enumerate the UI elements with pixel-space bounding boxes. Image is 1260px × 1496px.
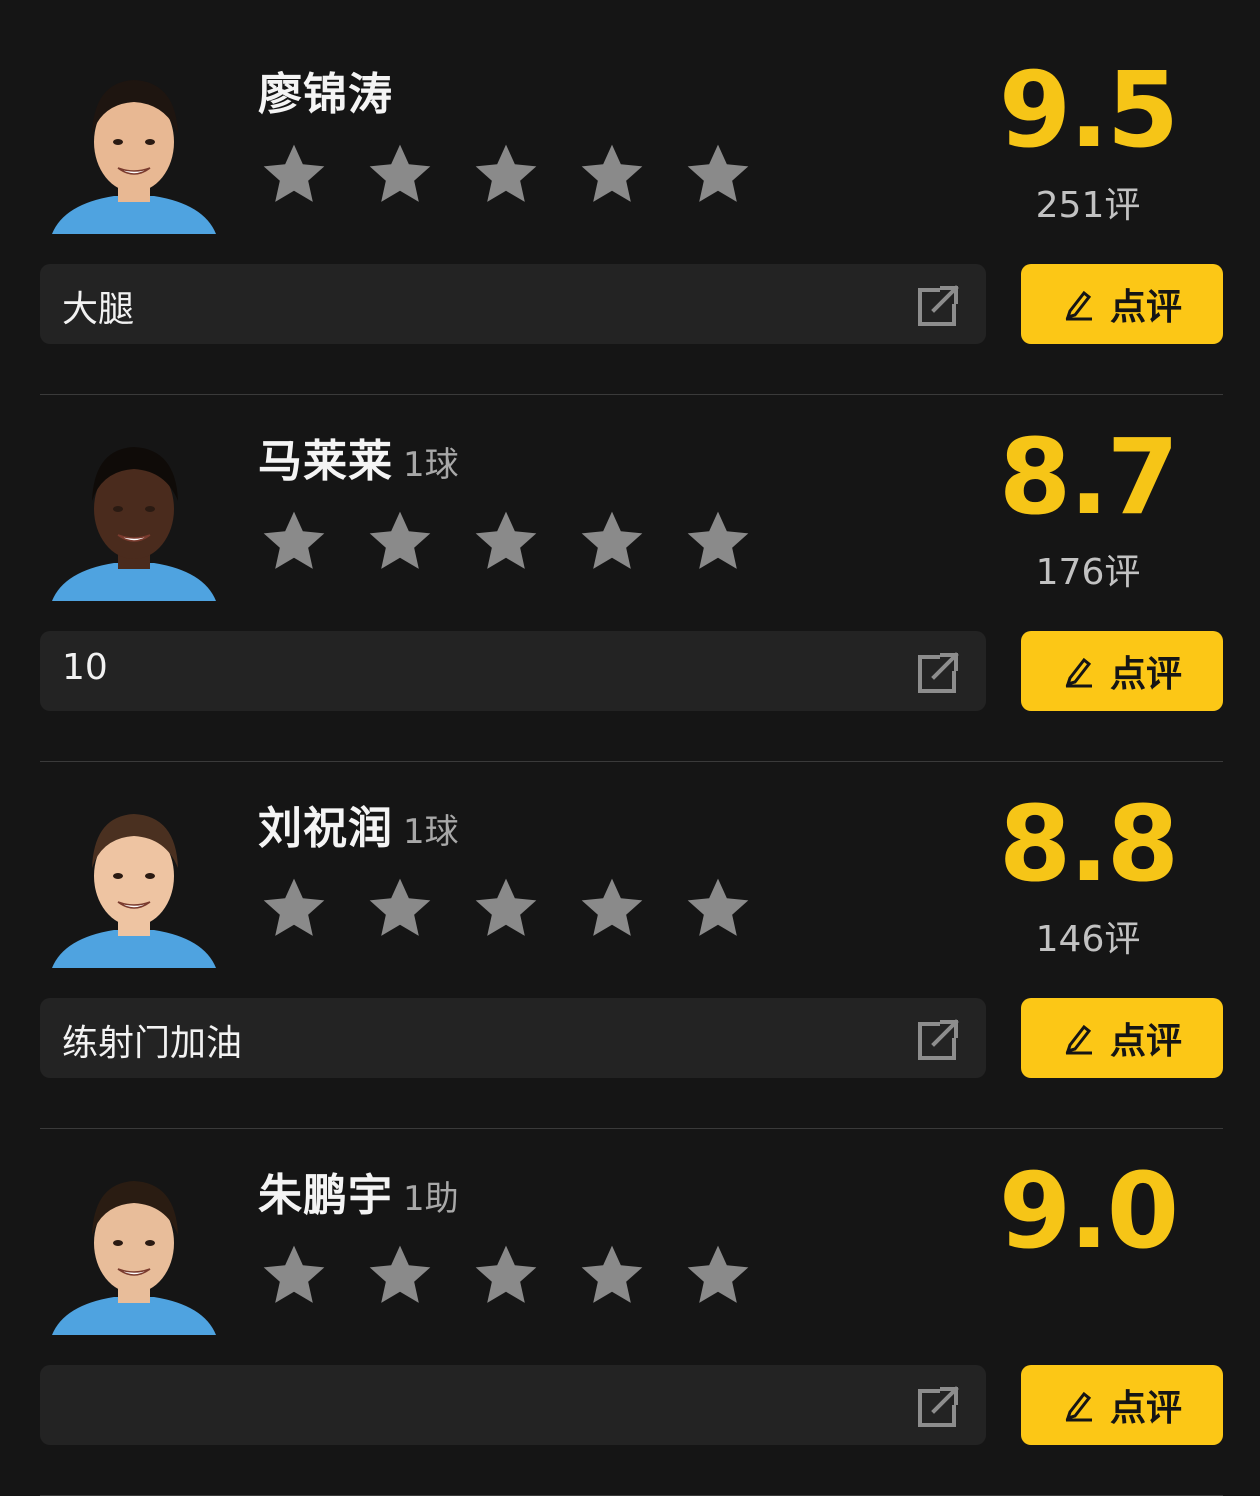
- rate-button-label: 点评: [1109, 654, 1182, 695]
- star-icon[interactable]: [258, 138, 330, 210]
- player-name[interactable]: 朱鹏宇: [258, 1159, 393, 1223]
- vote-count: 176评: [1035, 552, 1141, 593]
- comment-text: 大腿: [62, 289, 135, 330]
- player-card: 刘祝润 1球 8.8 146评 练射门加油 点评: [0, 730, 1260, 1129]
- average-score: 9.0: [998, 1150, 1179, 1272]
- star-icon[interactable]: [470, 138, 542, 210]
- player-avatar[interactable]: [44, 431, 224, 601]
- player-name-row: 廖锦涛: [258, 58, 403, 120]
- player-name[interactable]: 廖锦涛: [258, 58, 393, 122]
- external-share-icon[interactable]: [916, 647, 964, 695]
- external-share-icon[interactable]: [916, 1381, 964, 1429]
- player-stat: 1球: [403, 812, 459, 852]
- star-icon[interactable]: [682, 1239, 754, 1311]
- external-share-icon[interactable]: [916, 1014, 964, 1062]
- star-icon[interactable]: [364, 138, 436, 210]
- player-card: 马莱莱 1球 8.7 176评 10 点评: [0, 363, 1260, 762]
- star-icon[interactable]: [470, 505, 542, 577]
- player-name-row: 马莱莱 1球: [258, 425, 459, 487]
- comment-field[interactable]: 大腿: [40, 264, 986, 344]
- player-card: 廖锦涛 9.5 251评 大腿 点评: [0, 0, 1260, 395]
- star-icon[interactable]: [470, 1239, 542, 1311]
- rate-button[interactable]: 点评: [1021, 631, 1223, 711]
- rate-button[interactable]: 点评: [1021, 264, 1223, 344]
- rate-button[interactable]: 点评: [1021, 998, 1223, 1078]
- player-stat: 1助: [403, 1179, 459, 1219]
- player-avatar[interactable]: [44, 1165, 224, 1335]
- player-name-row: 朱鹏宇 1助: [258, 1159, 459, 1221]
- vote-count: 146评: [1035, 919, 1141, 960]
- comment-text: 10: [62, 647, 108, 688]
- star-icon[interactable]: [682, 505, 754, 577]
- rate-button-label: 点评: [1109, 1021, 1182, 1062]
- star-icon[interactable]: [258, 872, 330, 944]
- player-card: 朱鹏宇 1助 9.0 点评: [0, 1097, 1260, 1496]
- star-icon[interactable]: [364, 872, 436, 944]
- pen-icon: [1065, 290, 1092, 321]
- pen-icon: [1065, 657, 1092, 688]
- pen-icon: [1065, 1391, 1092, 1422]
- comment-field[interactable]: [40, 1365, 986, 1445]
- comment-field[interactable]: 练射门加油: [40, 998, 986, 1078]
- star-icon[interactable]: [682, 138, 754, 210]
- star-rating[interactable]: [258, 138, 754, 210]
- comment-field[interactable]: 10: [40, 631, 986, 711]
- player-name[interactable]: 马莱莱: [258, 425, 393, 489]
- star-rating[interactable]: [258, 1239, 754, 1311]
- rate-button-label: 点评: [1109, 1388, 1182, 1429]
- star-icon[interactable]: [576, 1239, 648, 1311]
- external-share-icon[interactable]: [916, 280, 964, 328]
- average-score: 8.7: [998, 416, 1179, 538]
- pen-icon: [1065, 1024, 1092, 1055]
- star-rating[interactable]: [258, 505, 754, 577]
- player-avatar[interactable]: [44, 64, 224, 234]
- star-icon[interactable]: [258, 1239, 330, 1311]
- player-name[interactable]: 刘祝润: [258, 792, 393, 856]
- star-icon[interactable]: [364, 505, 436, 577]
- average-score: 8.8: [998, 783, 1179, 905]
- star-icon[interactable]: [682, 872, 754, 944]
- player-stat: 1球: [403, 445, 459, 485]
- average-score: 9.5: [998, 49, 1179, 171]
- player-name-row: 刘祝润 1球: [258, 792, 459, 854]
- rate-button[interactable]: 点评: [1021, 1365, 1223, 1445]
- star-icon[interactable]: [364, 1239, 436, 1311]
- star-rating[interactable]: [258, 872, 754, 944]
- star-icon[interactable]: [576, 138, 648, 210]
- comment-text: 练射门加油: [62, 1023, 243, 1064]
- star-icon[interactable]: [576, 872, 648, 944]
- rate-button-label: 点评: [1109, 287, 1182, 328]
- star-icon[interactable]: [470, 872, 542, 944]
- star-icon[interactable]: [576, 505, 648, 577]
- star-icon[interactable]: [258, 505, 330, 577]
- vote-count: 251评: [1035, 185, 1141, 226]
- player-avatar[interactable]: [44, 798, 224, 968]
